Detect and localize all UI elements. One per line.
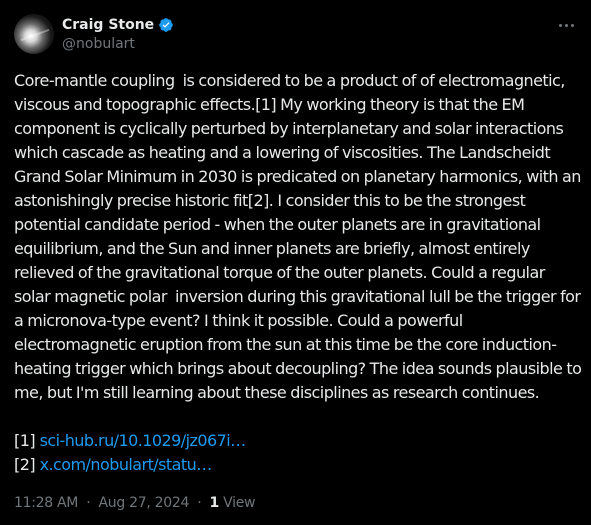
reference-marker: [2]: [14, 455, 36, 474]
post-header: Craig Stone @nobulart: [14, 14, 577, 56]
avatar[interactable]: [14, 14, 54, 54]
meta-separator: ·: [86, 495, 91, 511]
reference-1: [1] sci-hub.ru/10.1029/jz067i…: [14, 429, 574, 453]
author-handle[interactable]: @nobulart: [62, 36, 174, 52]
more-options-icon[interactable]: [555, 16, 577, 34]
author-block: Craig Stone @nobulart: [62, 15, 174, 52]
display-name[interactable]: Craig Stone: [62, 17, 154, 33]
more-dot: [570, 23, 574, 27]
name-row: Craig Stone: [62, 15, 174, 35]
views-label: View: [223, 495, 256, 511]
more-dot: [564, 23, 568, 27]
verified-badge-icon: [159, 18, 174, 32]
post-time[interactable]: 11:28 AM: [14, 495, 78, 511]
views-count[interactable]: 1: [210, 495, 220, 511]
reference-link[interactable]: x.com/nobulart/statu…: [40, 455, 213, 474]
post-meta: 11:28 AM · Aug 27, 2024 · 1 View: [14, 493, 255, 513]
reference-link[interactable]: sci-hub.ru/10.1029/jz067i…: [40, 431, 247, 450]
post-date[interactable]: Aug 27, 2024: [99, 495, 190, 511]
post-text: Core-mantle coupling is considered to be…: [14, 71, 586, 402]
more-dot: [558, 23, 562, 27]
meta-separator: ·: [197, 495, 202, 511]
reference-marker: [1]: [14, 431, 36, 450]
reference-2: [2] x.com/nobulart/statu…: [14, 453, 574, 477]
